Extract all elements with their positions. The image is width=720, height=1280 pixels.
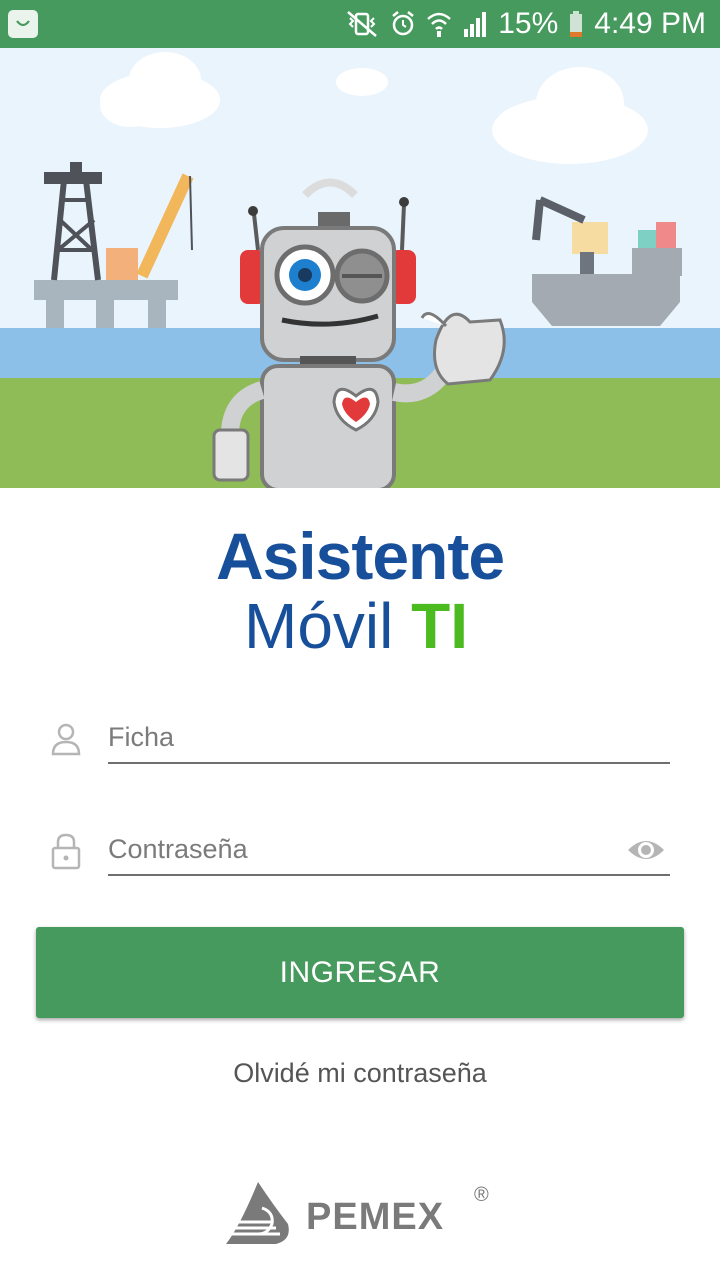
username-input[interactable] [108,714,670,760]
username-field-container [108,714,670,764]
show-password-eye-icon[interactable] [626,834,666,866]
wifi-icon [427,12,452,37]
battery-percentage: 15% [498,7,559,40]
hero-illustration [0,48,720,488]
pemex-wordmark: PEMEX [306,1196,445,1238]
forgot-password-link[interactable]: Olvidé mi contraseña [0,1058,720,1089]
logo-title: Asistente [215,519,505,593]
status-bar: 15% 4:49 PM [0,0,720,48]
robot-scene-illustration [0,48,720,488]
logo-subtitle-accent: TI [411,590,468,662]
pemex-logo: PEMEX ® [222,1178,502,1250]
password-input[interactable] [108,826,670,872]
person-icon [51,723,81,756]
shopping-bag-icon [8,10,38,38]
login-button[interactable]: INGRESAR [36,927,684,1018]
logo-subtitle: Móvil TI [0,592,720,660]
vibrate-mute-icon [347,11,378,37]
clock: 4:49 PM [594,7,706,40]
password-field-container [108,826,670,876]
app-logo: Asistente Móvil TI [0,520,720,660]
logo-subtitle-text: Móvil [244,590,394,662]
signal-icon [464,12,487,37]
pemex-flame-icon [226,1182,289,1244]
registered-mark: ® [474,1184,489,1206]
lock-icon [51,833,81,870]
alarm-icon [392,11,414,36]
battery-icon [570,11,583,37]
